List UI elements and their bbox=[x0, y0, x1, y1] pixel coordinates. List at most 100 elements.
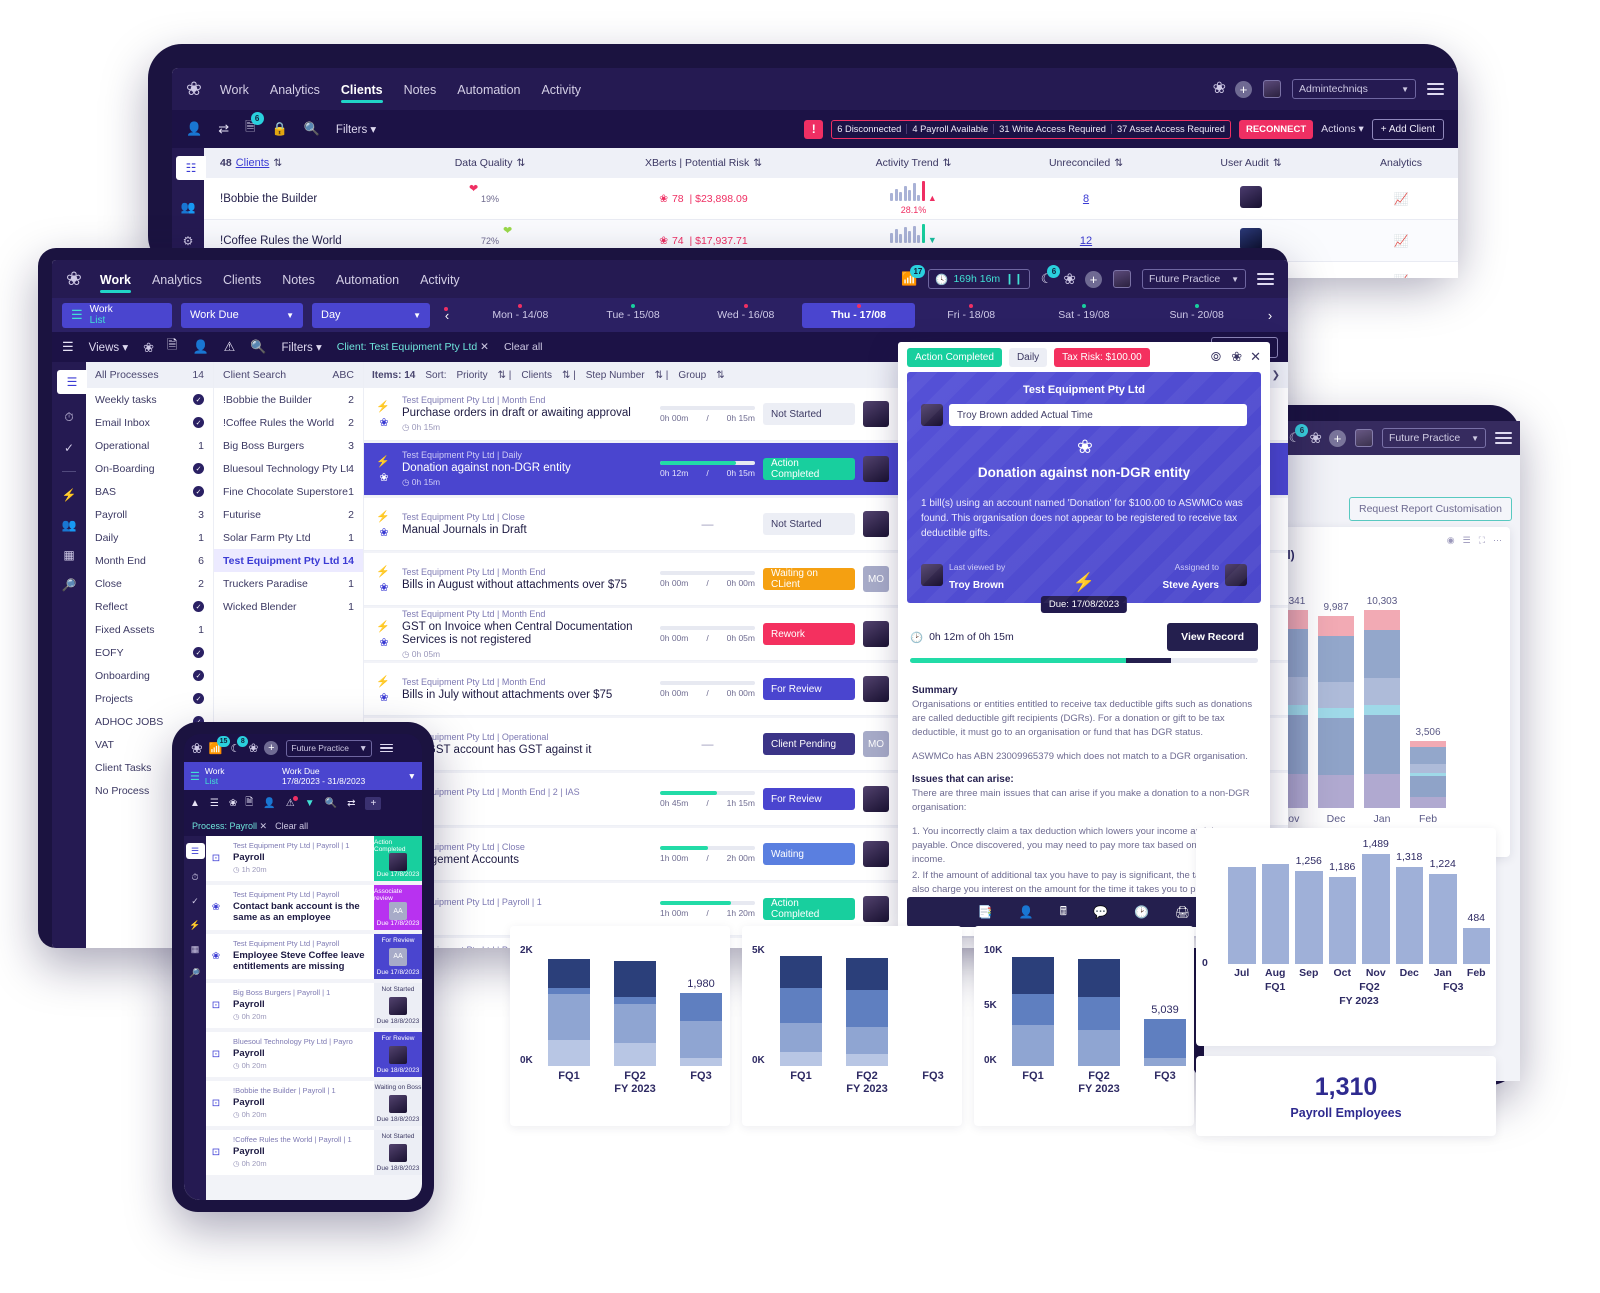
task-status-badge[interactable]: Action Completed bbox=[763, 898, 855, 920]
client-list-item[interactable]: Solar Farm Pty Ltd 1 bbox=[214, 526, 363, 549]
contact-card-icon[interactable]: 👤 bbox=[186, 121, 202, 137]
assignee-avatar[interactable] bbox=[863, 676, 889, 702]
col-activity-trend[interactable]: Activity Trend ⇅ bbox=[821, 157, 1006, 169]
nav-tab-clients[interactable]: Clients bbox=[340, 71, 383, 108]
lock-icon[interactable]: 🔒 bbox=[272, 121, 288, 137]
signal-icon[interactable]: 📶 15 bbox=[209, 735, 231, 755]
mobile-task-card[interactable]: ⊡ Test Equipment Pty Ltd | Payroll | 1 Pay… bbox=[206, 836, 422, 881]
more-icon[interactable]: ⋯ bbox=[1493, 535, 1502, 546]
assignee-avatar[interactable]: MO bbox=[863, 566, 889, 592]
pause-icon[interactable]: ❙❙ bbox=[1005, 273, 1023, 285]
sort-clients[interactable]: Clients bbox=[521, 370, 552, 381]
process-list-item[interactable]: Projects ✓ bbox=[86, 687, 213, 710]
nav-tab-automation[interactable]: Automation bbox=[457, 71, 520, 108]
task-status-badge[interactable]: Not Started bbox=[763, 403, 855, 425]
task-status-badge[interactable]: Client Pending bbox=[763, 733, 855, 755]
col-data-quality[interactable]: Data Quality ⇅ bbox=[394, 157, 586, 169]
filters-dropdown[interactable]: Filters ▾ bbox=[281, 340, 321, 354]
filter-icon[interactable]: ☰ bbox=[1463, 535, 1471, 546]
user-avatar[interactable] bbox=[1355, 429, 1373, 447]
next-day-button[interactable]: › bbox=[1262, 308, 1278, 323]
moon-icon[interactable]: ☾ 8 bbox=[230, 735, 249, 755]
tenant-select[interactable]: Admintechniqs ▼ bbox=[1292, 79, 1416, 99]
task-status-badge[interactable]: For Review bbox=[763, 788, 855, 810]
sync-icon[interactable]: ⇄ bbox=[218, 121, 229, 137]
add-client-button[interactable]: + Add Client bbox=[1371, 118, 1444, 140]
assignee-avatar[interactable] bbox=[863, 511, 889, 537]
process-filter-chip[interactable]: Process: Payroll ✕ bbox=[192, 821, 267, 832]
mobile-work-list-selector[interactable]: ☰ Work List bbox=[190, 766, 276, 786]
assignee-avatar[interactable] bbox=[863, 401, 889, 427]
xbert-mark-icon[interactable]: ❀ bbox=[1231, 349, 1242, 365]
mobile-task-card[interactable]: ⊡ Big Boss Burgers | Payroll | 1 Payroll ◷ … bbox=[206, 983, 422, 1028]
client-list-item[interactable]: Big Boss Burgers 3 bbox=[214, 434, 363, 457]
close-icon[interactable]: ✕ bbox=[480, 341, 489, 353]
work-due-select[interactable]: Work Due ▼ bbox=[181, 302, 303, 328]
client-sort-abc[interactable]: ABC bbox=[332, 369, 354, 381]
contact-card-icon[interactable]: 👤 bbox=[192, 339, 208, 355]
mobile-task-card[interactable]: ⊡ Bluesoul Technology Pty Ltd | Payro Payr… bbox=[206, 1032, 422, 1077]
document-icon[interactable]: 🗎 bbox=[245, 795, 253, 812]
client-list-item[interactable]: Test Equipment Pty Ltd 14 bbox=[214, 549, 363, 572]
menu-icon[interactable] bbox=[1427, 83, 1444, 95]
moon-icon[interactable]: ☾ 6 bbox=[1041, 265, 1061, 287]
rail-check-icon[interactable]: ✓ bbox=[191, 896, 199, 907]
mobile-task-card[interactable]: ❀ Test Equipment Pty Ltd | Payroll Employe… bbox=[206, 934, 422, 979]
process-list-item[interactable]: Daily 1 bbox=[86, 526, 213, 549]
unreconciled-cell[interactable]: 12 bbox=[1006, 235, 1166, 247]
client-list-item[interactable]: Wicked Blender 1 bbox=[214, 595, 363, 618]
xbert-mark-icon[interactable]: ❀ bbox=[229, 798, 238, 809]
collapse-icon[interactable]: ▲ bbox=[190, 798, 200, 809]
request-report-customisation-button[interactable]: Request Report Customisation bbox=[1349, 497, 1512, 521]
rail-bolt-icon[interactable]: ⚡ bbox=[62, 488, 77, 502]
nav-tab-analytics[interactable]: Analytics bbox=[270, 71, 320, 108]
download-icon[interactable]: ◉ bbox=[1447, 535, 1455, 546]
unreconciled-cell[interactable]: 8 bbox=[1006, 193, 1166, 205]
notes-icon[interactable]: 📑 bbox=[978, 905, 993, 919]
client-list-item[interactable]: !Coffee Rules the World 2 bbox=[214, 411, 363, 434]
close-icon[interactable]: ✕ bbox=[1250, 349, 1261, 365]
close-icon[interactable]: ✕ bbox=[260, 821, 268, 831]
mobile-task-card[interactable]: ⊡ !Bobbie the Builder | Payroll | 1 Payrol… bbox=[206, 1081, 422, 1126]
user-avatar[interactable] bbox=[1113, 270, 1131, 288]
analytics-cell[interactable]: 📈 bbox=[1336, 274, 1458, 279]
process-list-item[interactable]: Email Inbox ✓ bbox=[86, 411, 213, 434]
assignee-avatar[interactable] bbox=[863, 841, 889, 867]
process-list-item[interactable]: Reflect ✓ bbox=[86, 595, 213, 618]
tenant-select[interactable]: Future Practice ▼ bbox=[1382, 428, 1486, 448]
col-xberts[interactable]: XBerts | Potential Risk ⇅ bbox=[586, 157, 821, 169]
client-list-item[interactable]: !Bobbie the Builder 2 bbox=[214, 388, 363, 411]
menu-icon[interactable] bbox=[380, 743, 394, 753]
mobile-task-card[interactable]: ⊡ !Coffee Rules the World | Payroll | 1 Pa… bbox=[206, 1130, 422, 1175]
sort-priority[interactable]: Priority bbox=[456, 370, 487, 381]
task-status-badge[interactable]: Action Completed bbox=[763, 458, 855, 480]
process-list-item[interactable]: Close 2 bbox=[86, 572, 213, 595]
client-list-item[interactable]: Fine Chocolate Superstore 1 bbox=[214, 480, 363, 503]
expand-icon[interactable]: ⛶ bbox=[1479, 535, 1485, 546]
nav-tab-analytics[interactable]: Analytics bbox=[152, 261, 202, 298]
warning-icon[interactable]: ⚠ bbox=[286, 795, 298, 809]
menu-icon[interactable] bbox=[1257, 273, 1274, 285]
clear-all-button[interactable]: Clear all bbox=[504, 341, 543, 353]
alert-disconnected[interactable]: 6 Disconnected bbox=[832, 124, 908, 134]
tenant-select[interactable]: Future Practice ▼ bbox=[1142, 269, 1246, 289]
range-select[interactable]: Day ▼ bbox=[312, 302, 430, 328]
xbert-mark-icon[interactable]: ❀ bbox=[1213, 81, 1226, 97]
clear-all-button[interactable]: Clear all bbox=[275, 821, 308, 831]
calculator-icon[interactable]: 🖩 bbox=[1060, 902, 1067, 923]
user-avatar[interactable] bbox=[1263, 80, 1281, 98]
nav-tab-notes[interactable]: Notes bbox=[404, 71, 437, 108]
add-circle-icon[interactable]: ⦾ bbox=[1211, 349, 1221, 365]
xbert-mark-icon[interactable]: ❀ bbox=[248, 742, 258, 754]
xbert-mark-icon[interactable]: ❀ bbox=[1063, 272, 1076, 287]
rail-clock-icon[interactable]: ⏱ bbox=[191, 872, 198, 883]
date-cell[interactable]: Sun - 20/08 bbox=[1140, 303, 1253, 328]
rail-worklist-icon[interactable]: ☰ bbox=[185, 843, 205, 859]
contact-card-icon[interactable]: 👤 bbox=[263, 798, 275, 809]
nav-tab-notes[interactable]: Notes bbox=[282, 261, 315, 298]
table-row[interactable]: !Bobbie the Builder ❤ 19% ❀ 78 | $23,898… bbox=[204, 178, 1458, 220]
process-list-item[interactable]: EOFY ✓ bbox=[86, 641, 213, 664]
col-clients[interactable]: 48 Clients ⇅ bbox=[204, 157, 394, 169]
process-list-item[interactable]: Month End 6 bbox=[86, 549, 213, 572]
sort-icon[interactable]: ⇄ bbox=[347, 798, 355, 809]
